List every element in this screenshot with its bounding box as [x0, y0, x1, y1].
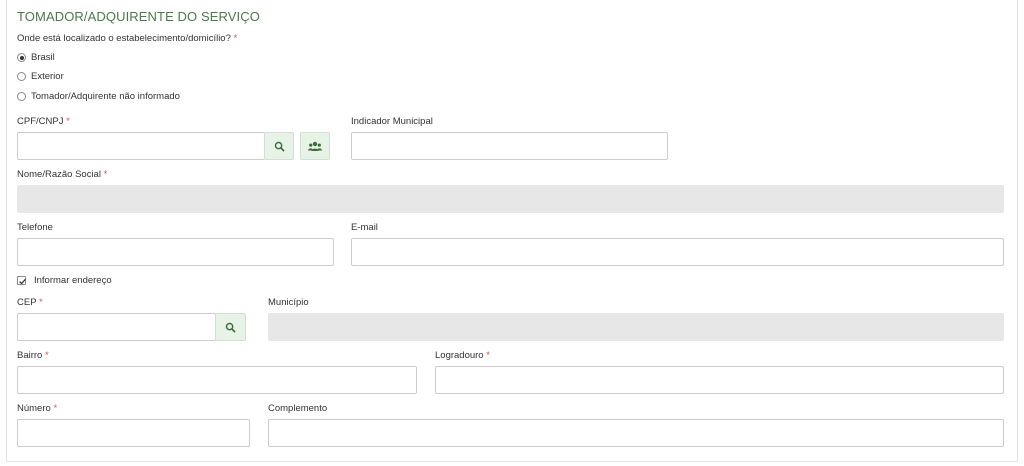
email-input[interactable] — [351, 238, 1004, 266]
nome-label: Nome/Razão Social * — [17, 169, 108, 180]
numero-label: Número * — [17, 403, 58, 414]
radio-exterior-control[interactable] — [17, 72, 26, 81]
telefone-input[interactable] — [17, 238, 334, 266]
email-label: E-mail — [351, 222, 378, 233]
section-title: TOMADOR/ADQUIRENTE DO SERVIÇO — [17, 9, 260, 24]
search-icon — [274, 141, 284, 151]
cpf-cnpj-input[interactable] — [17, 132, 265, 160]
complemento-label: Complemento — [268, 403, 328, 414]
informar-endereco-checkbox[interactable]: Informar endereço — [17, 275, 112, 286]
indicador-municipal-input[interactable] — [351, 132, 668, 160]
location-question-label: Onde está localizado o estabelecimento/d… — [17, 33, 238, 44]
municipio-input — [268, 313, 1004, 341]
bairro-input[interactable] — [17, 366, 417, 394]
logradouro-label: Logradouro * — [435, 350, 490, 361]
radio-nao-informado-control[interactable] — [17, 92, 26, 101]
users-icon — [308, 141, 322, 151]
radio-brasil[interactable]: Brasil — [17, 52, 55, 63]
indicador-municipal-label: Indicador Municipal — [351, 116, 433, 127]
search-icon — [225, 322, 236, 332]
cpf-users-button[interactable] — [300, 132, 330, 160]
municipio-label: Município — [268, 297, 309, 308]
cep-label: CEP * — [17, 297, 43, 308]
nome-input — [17, 185, 1004, 213]
cpf-search-button[interactable] — [264, 132, 294, 160]
radio-brasil-control[interactable] — [17, 53, 26, 62]
bairro-label: Bairro * — [17, 350, 49, 361]
radio-exterior[interactable]: Exterior — [17, 71, 64, 82]
cep-search-button[interactable] — [215, 313, 246, 341]
checkmark-icon — [19, 278, 26, 285]
telefone-label: Telefone — [17, 222, 53, 233]
informar-endereco-box[interactable] — [17, 276, 26, 285]
radio-nao-informado[interactable]: Tomador/Adquirente não informado — [17, 91, 180, 102]
cpf-cnpj-label: CPF/CNPJ * — [17, 116, 70, 127]
complemento-input[interactable] — [268, 419, 1004, 447]
numero-input[interactable] — [17, 419, 250, 447]
cep-input[interactable] — [17, 313, 216, 341]
logradouro-input[interactable] — [435, 366, 1004, 394]
